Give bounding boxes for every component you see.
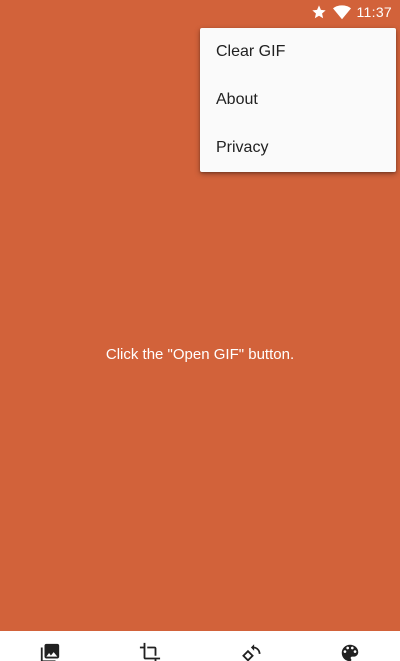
app-screen: 11:37 Clear GIF About Privacy Click the … [0, 0, 400, 661]
menu-item-about[interactable]: About [200, 76, 396, 124]
menu-item-privacy[interactable]: Privacy [200, 124, 396, 172]
wifi-icon [332, 4, 351, 20]
empty-state-hint: Click the "Open GIF" button. [105, 346, 295, 363]
open-gif-button[interactable] [0, 631, 100, 661]
palette-button[interactable] [300, 631, 400, 661]
rotate-icon [239, 642, 261, 661]
image-icon [39, 642, 61, 661]
crop-button[interactable] [100, 631, 200, 661]
status-time: 11:37 [356, 4, 392, 20]
star-icon [311, 4, 327, 20]
crop-icon [139, 642, 161, 661]
status-bar: 11:37 [0, 0, 400, 24]
menu-item-clear-gif[interactable]: Clear GIF [200, 28, 396, 76]
bottom-toolbar [0, 631, 400, 661]
palette-icon [339, 642, 361, 661]
overflow-menu: Clear GIF About Privacy [200, 28, 396, 172]
rotate-button[interactable] [200, 631, 300, 661]
